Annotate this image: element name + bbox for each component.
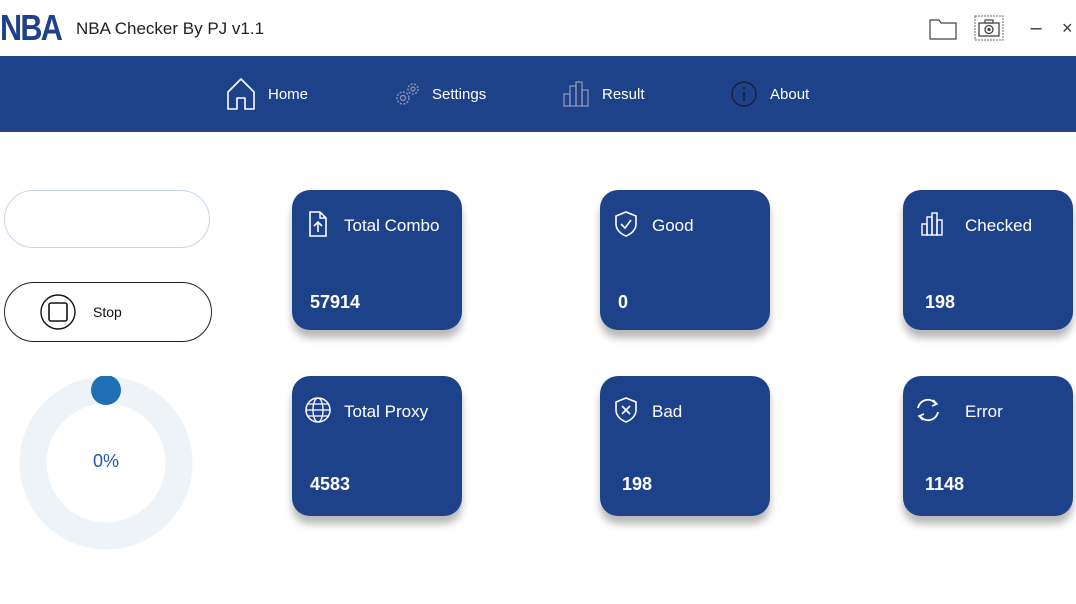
title-bar: NBA NBA Checker By PJ v1.1 – × — [0, 0, 1076, 56]
progress-knob — [91, 375, 121, 405]
card-value: 0 — [618, 292, 629, 312]
bar-chart-icon — [562, 80, 590, 108]
folder-icon[interactable] — [928, 14, 958, 42]
file-upload-icon — [304, 210, 332, 238]
card-label: Total Combo — [344, 216, 440, 235]
card-label: Bad — [652, 402, 683, 421]
info-icon — [730, 80, 758, 108]
nav-item-result[interactable]: Result — [562, 56, 645, 132]
nav-item-about[interactable]: About — [730, 56, 809, 132]
card-value: 4583 — [310, 474, 351, 494]
card-label: Total Proxy — [344, 402, 429, 421]
home-icon — [226, 77, 256, 111]
globe-icon — [304, 396, 332, 424]
card-good: Good 0 — [600, 190, 770, 330]
nav-label-home: Home — [268, 85, 309, 103]
stop-button[interactable]: Stop — [4, 282, 212, 342]
camera-icon[interactable] — [974, 14, 1004, 42]
stop-icon — [40, 294, 76, 330]
nav-label-about: About — [770, 85, 810, 103]
nav-bar: Home Settings Result About — [0, 56, 1076, 132]
nav-item-settings[interactable]: Settings — [394, 56, 486, 132]
stop-label: Stop — [93, 304, 122, 320]
card-label: Good — [652, 216, 694, 235]
combo-input-field[interactable] — [4, 190, 210, 248]
card-total-proxy: Total Proxy 4583 — [292, 376, 462, 516]
app-title: NBA Checker By PJ v1.1 — [76, 19, 265, 38]
minimize-button[interactable]: – — [1024, 14, 1048, 42]
card-checked: Checked 198 — [903, 190, 1073, 330]
nav-label-settings: Settings — [432, 85, 487, 103]
nav-item-home[interactable]: Home — [226, 56, 308, 132]
progress-percent: 0% — [92, 451, 119, 471]
card-value: 198 — [622, 474, 653, 494]
shield-x-icon — [612, 396, 640, 424]
card-total-combo: Total Combo 57914 — [292, 190, 462, 330]
shield-check-icon — [612, 210, 640, 238]
card-bad: Bad 198 — [600, 376, 770, 516]
card-value: 57914 — [310, 292, 361, 312]
card-error: Error 1148 — [903, 376, 1073, 516]
card-label: Error — [965, 402, 1003, 421]
card-label: Checked — [965, 216, 1033, 235]
refresh-icon — [913, 396, 941, 424]
card-value: 198 — [925, 292, 956, 312]
close-button[interactable]: × — [1062, 14, 1076, 42]
gears-icon — [394, 80, 422, 108]
app-logo: NBA — [0, 7, 63, 48]
card-value: 1148 — [925, 474, 965, 494]
bar-chart-icon — [919, 210, 947, 238]
nav-label-result: Result — [602, 85, 645, 103]
